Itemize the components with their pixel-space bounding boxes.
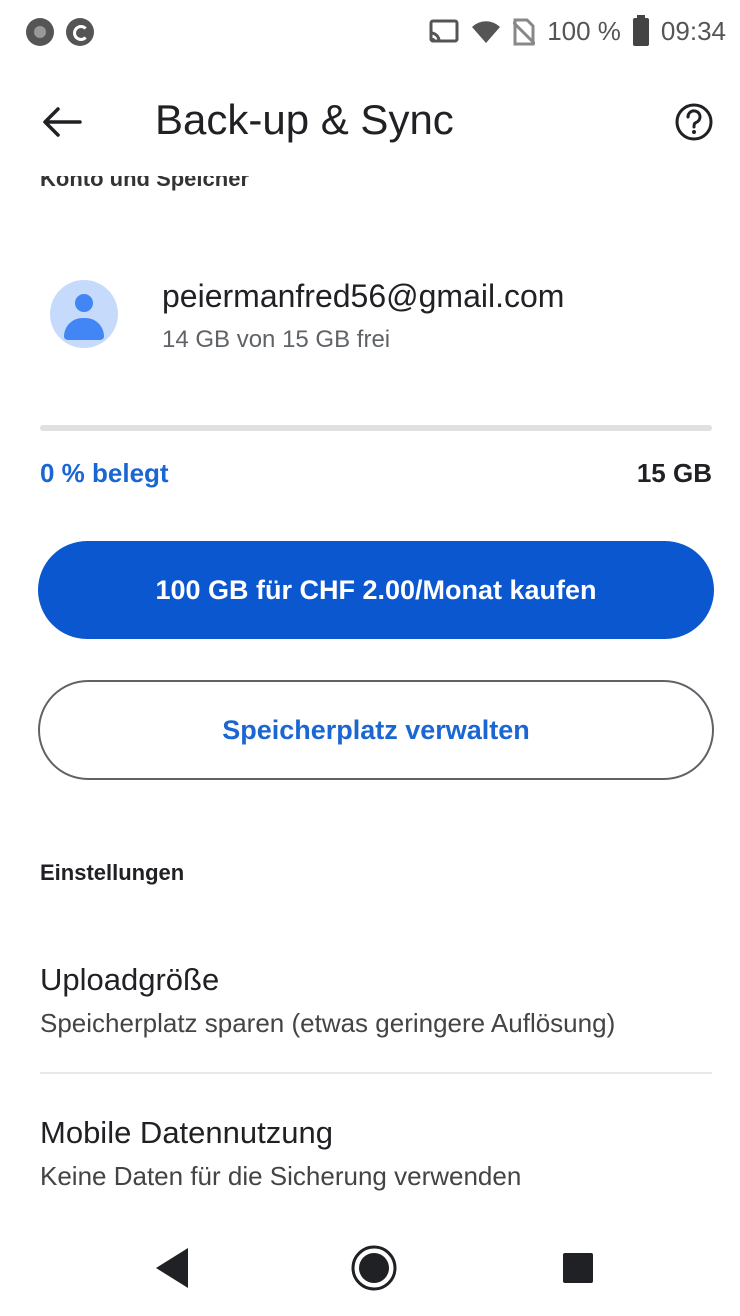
wifi-icon [471, 19, 501, 45]
account-storage-free: 14 GB von 15 GB frei [162, 326, 391, 353]
page-title: Back-up & Sync [155, 96, 454, 143]
section-header-account: Konto und Speicher [40, 176, 249, 191]
notification-icons [26, 18, 94, 46]
nav-recents-icon [563, 1253, 593, 1283]
setting-subtitle: Keine Daten für die Sicherung verwenden [40, 1161, 522, 1191]
nav-back-button[interactable] [142, 1238, 202, 1298]
back-arrow-icon [43, 107, 82, 137]
divider [40, 1072, 712, 1074]
setting-title: Mobile Datennutzung [40, 1115, 333, 1150]
nav-home-button[interactable] [344, 1238, 404, 1298]
storage-total-label: 15 GB [636, 458, 712, 488]
buy-storage-button[interactable]: 100 GB für CHF 2.00/Monat kaufen [38, 541, 714, 639]
account-row[interactable]: peiermanfred56@gmail.com 14 GB von 15 GB… [40, 270, 700, 370]
avatar-icon [50, 280, 118, 348]
setting-mobile-data[interactable]: Mobile Datennutzung Keine Daten für die … [40, 1115, 712, 1192]
settings-section-header: Einstellungen [40, 860, 185, 885]
nav-recents-button[interactable] [548, 1238, 608, 1298]
battery-percent: 100 % [547, 16, 621, 46]
back-button[interactable] [34, 98, 90, 146]
no-sim-icon [513, 18, 536, 46]
help-icon [675, 103, 713, 141]
storage-progress-bar [40, 425, 712, 431]
status-bar: 100 % 09:34 [0, 0, 740, 66]
cast-icon [429, 19, 459, 45]
storage-used-label: 0 % belegt [40, 458, 169, 488]
setting-title: Uploadgröße [40, 962, 220, 997]
system-nav-bar [0, 1220, 740, 1316]
notification-icon [26, 18, 54, 46]
nav-back-icon [156, 1248, 188, 1288]
sync-icon [66, 18, 94, 46]
clock: 09:34 [660, 16, 726, 46]
nav-home-icon [351, 1245, 397, 1291]
help-button[interactable] [670, 98, 718, 146]
setting-subtitle: Speicherplatz sparen (etwas geringere Au… [40, 1008, 616, 1038]
battery-icon [632, 14, 649, 46]
manage-storage-button[interactable]: Speicherplatz verwalten [38, 680, 714, 780]
system-icons: 100 % 09:34 [429, 14, 726, 47]
app-bar: Back-up & Sync [0, 80, 740, 164]
account-email: peiermanfred56@gmail.com [162, 278, 565, 314]
setting-upload-size[interactable]: Uploadgröße Speicherplatz sparen (etwas … [40, 962, 712, 1039]
